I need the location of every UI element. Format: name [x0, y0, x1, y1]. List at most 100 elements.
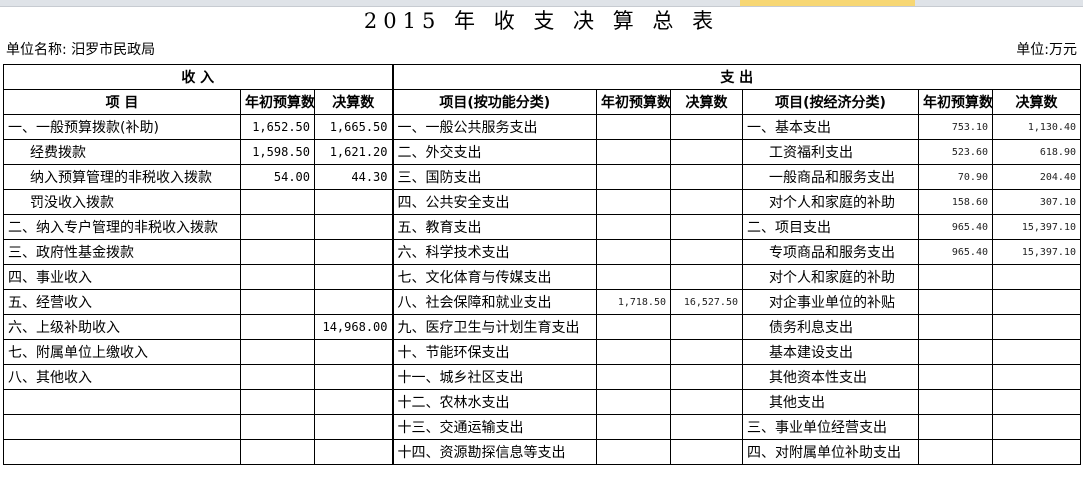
- income-budget-cell[interactable]: 54.00: [240, 164, 315, 190]
- econ-item-cell[interactable]: 对企事业单位的补贴: [742, 289, 919, 315]
- econ-budget-cell[interactable]: 158.60: [918, 189, 993, 215]
- func-actual-cell[interactable]: [670, 364, 743, 390]
- func-item-cell[interactable]: 二、外交支出: [391, 139, 597, 165]
- func-item-cell[interactable]: 一、一般公共服务支出: [391, 114, 597, 140]
- func-actual-cell[interactable]: [670, 414, 743, 440]
- econ-actual-cell[interactable]: 618.90: [992, 139, 1081, 165]
- income-budget-cell[interactable]: [240, 289, 315, 315]
- col-header-actual[interactable]: 决算数: [314, 89, 393, 115]
- econ-budget-cell[interactable]: [918, 339, 993, 365]
- econ-item-cell[interactable]: 四、对附属单位补助支出: [742, 439, 919, 465]
- income-actual-cell[interactable]: 1,665.50: [314, 114, 393, 140]
- func-item-cell[interactable]: 八、社会保障和就业支出: [391, 289, 597, 315]
- income-actual-cell[interactable]: 14,968.00: [314, 314, 393, 340]
- econ-item-cell[interactable]: 工资福利支出: [742, 139, 919, 165]
- func-budget-cell[interactable]: [596, 389, 671, 415]
- income-item-cell[interactable]: 经费拨款: [3, 139, 241, 165]
- income-actual-cell[interactable]: [314, 389, 393, 415]
- income-budget-cell[interactable]: [240, 414, 315, 440]
- income-budget-cell[interactable]: [240, 389, 315, 415]
- func-budget-cell[interactable]: [596, 239, 671, 265]
- func-actual-cell[interactable]: [670, 139, 743, 165]
- income-item-cell[interactable]: 一、一般预算拨款(补助): [3, 114, 241, 140]
- func-item-cell[interactable]: 十二、农林水支出: [391, 389, 597, 415]
- econ-actual-cell[interactable]: 204.40: [992, 164, 1081, 190]
- econ-item-cell[interactable]: 基本建设支出: [742, 339, 919, 365]
- income-item-cell[interactable]: [3, 389, 241, 415]
- col-header-item-func[interactable]: 项目(按功能分类): [391, 89, 597, 115]
- func-actual-cell[interactable]: 16,527.50: [670, 289, 743, 315]
- income-budget-cell[interactable]: [240, 364, 315, 390]
- econ-actual-cell[interactable]: [992, 364, 1081, 390]
- econ-actual-cell[interactable]: 15,397.10: [992, 239, 1081, 265]
- func-budget-cell[interactable]: [596, 439, 671, 465]
- income-actual-cell[interactable]: [314, 239, 393, 265]
- income-item-cell[interactable]: 七、附属单位上缴收入: [3, 339, 241, 365]
- econ-item-cell[interactable]: 三、事业单位经营支出: [742, 414, 919, 440]
- econ-item-cell[interactable]: 一般商品和服务支出: [742, 164, 919, 190]
- econ-item-cell[interactable]: 其他资本性支出: [742, 364, 919, 390]
- func-budget-cell[interactable]: 1,718.50: [596, 289, 671, 315]
- income-budget-cell[interactable]: 1,598.50: [240, 139, 315, 165]
- econ-actual-cell[interactable]: [992, 439, 1081, 465]
- income-budget-cell[interactable]: [240, 339, 315, 365]
- econ-budget-cell[interactable]: 965.40: [918, 214, 993, 240]
- func-budget-cell[interactable]: [596, 264, 671, 290]
- col-header-item[interactable]: 项 目: [3, 89, 241, 115]
- income-item-cell[interactable]: [3, 414, 241, 440]
- income-item-cell[interactable]: 四、事业收入: [3, 264, 241, 290]
- econ-item-cell[interactable]: 专项商品和服务支出: [742, 239, 919, 265]
- income-item-cell[interactable]: 二、纳入专户管理的非税收入拨款: [3, 214, 241, 240]
- func-budget-cell[interactable]: [596, 139, 671, 165]
- func-budget-cell[interactable]: [596, 414, 671, 440]
- func-item-cell[interactable]: 十、节能环保支出: [391, 339, 597, 365]
- econ-actual-cell[interactable]: [992, 289, 1081, 315]
- expense-section-header[interactable]: 支 出: [391, 64, 1081, 90]
- income-actual-cell[interactable]: [314, 439, 393, 465]
- func-actual-cell[interactable]: [670, 264, 743, 290]
- econ-actual-cell[interactable]: [992, 264, 1081, 290]
- econ-budget-cell[interactable]: 70.90: [918, 164, 993, 190]
- func-budget-cell[interactable]: [596, 364, 671, 390]
- func-budget-cell[interactable]: [596, 339, 671, 365]
- func-item-cell[interactable]: 五、教育支出: [391, 214, 597, 240]
- income-actual-cell[interactable]: [314, 339, 393, 365]
- income-budget-cell[interactable]: [240, 264, 315, 290]
- func-item-cell[interactable]: 三、国防支出: [391, 164, 597, 190]
- income-item-cell[interactable]: 八、其他收入: [3, 364, 241, 390]
- econ-item-cell[interactable]: 其他支出: [742, 389, 919, 415]
- func-actual-cell[interactable]: [670, 114, 743, 140]
- income-budget-cell[interactable]: [240, 189, 315, 215]
- income-item-cell[interactable]: 纳入预算管理的非税收入拨款: [3, 164, 241, 190]
- income-actual-cell[interactable]: [314, 214, 393, 240]
- income-item-cell[interactable]: [3, 439, 241, 465]
- income-actual-cell[interactable]: [314, 414, 393, 440]
- income-actual-cell[interactable]: [314, 364, 393, 390]
- econ-actual-cell[interactable]: [992, 414, 1081, 440]
- func-item-cell[interactable]: 十三、交通运输支出: [391, 414, 597, 440]
- col-header-actual[interactable]: 决算数: [992, 89, 1081, 115]
- func-item-cell[interactable]: 十四、资源勘探信息等支出: [391, 439, 597, 465]
- income-item-cell[interactable]: 罚没收入拨款: [3, 189, 241, 215]
- income-actual-cell[interactable]: 1,621.20: [314, 139, 393, 165]
- econ-actual-cell[interactable]: [992, 339, 1081, 365]
- func-actual-cell[interactable]: [670, 389, 743, 415]
- econ-actual-cell[interactable]: [992, 314, 1081, 340]
- econ-actual-cell[interactable]: [992, 389, 1081, 415]
- econ-item-cell[interactable]: 对个人和家庭的补助: [742, 264, 919, 290]
- col-header-actual[interactable]: 决算数: [670, 89, 743, 115]
- income-budget-cell[interactable]: [240, 239, 315, 265]
- econ-item-cell[interactable]: 一、基本支出: [742, 114, 919, 140]
- func-item-cell[interactable]: 四、公共安全支出: [391, 189, 597, 215]
- func-item-cell[interactable]: 六、科学技术支出: [391, 239, 597, 265]
- econ-budget-cell[interactable]: [918, 264, 993, 290]
- econ-actual-cell[interactable]: 15,397.10: [992, 214, 1081, 240]
- income-item-cell[interactable]: 六、上级补助收入: [3, 314, 241, 340]
- func-budget-cell[interactable]: [596, 314, 671, 340]
- econ-actual-cell[interactable]: 1,130.40: [992, 114, 1081, 140]
- econ-budget-cell[interactable]: 523.60: [918, 139, 993, 165]
- func-item-cell[interactable]: 九、医疗卫生与计划生育支出: [391, 314, 597, 340]
- func-actual-cell[interactable]: [670, 189, 743, 215]
- econ-budget-cell[interactable]: [918, 314, 993, 340]
- income-actual-cell[interactable]: [314, 189, 393, 215]
